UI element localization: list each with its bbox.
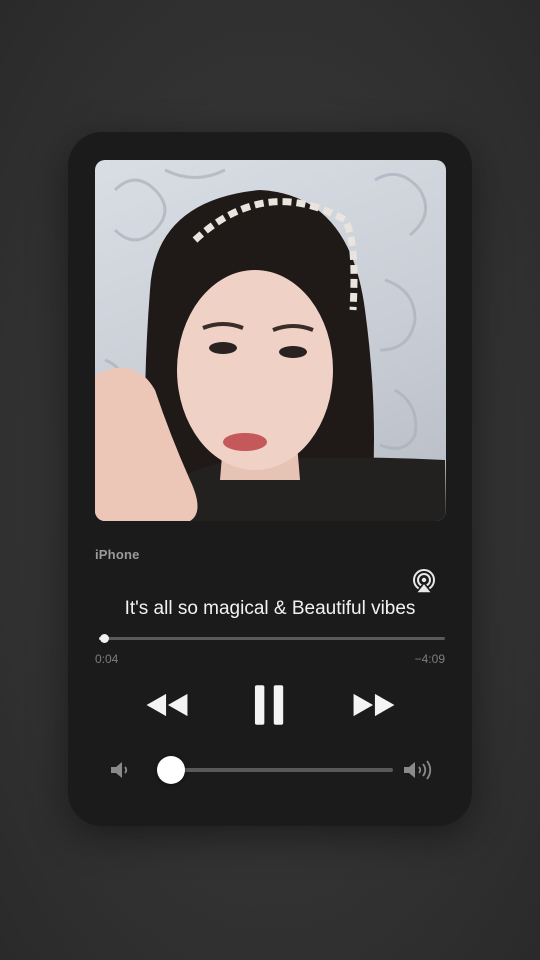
volume-knob[interactable] [157,756,185,784]
progress-knob[interactable] [100,634,110,643]
speaker-high-icon [402,758,436,782]
fast-forward-button[interactable] [344,681,404,729]
airplay-icon[interactable] [411,568,437,594]
fast-forward-icon [353,693,395,717]
playback-scrubber[interactable] [99,634,445,643]
song-title: It's all so magical & Beautiful vibes [124,598,416,619]
remaining-time: −4:09 [414,652,445,666]
output-device-label: iPhone [95,547,140,562]
pause-button[interactable] [244,681,296,729]
elapsed-time: 0:04 [95,652,119,666]
album-artwork [95,160,446,521]
rewind-icon [146,693,188,717]
rewind-button[interactable] [141,681,193,729]
now-playing-card: iPhone It's all so magical & Beautiful v… [68,132,472,826]
pause-icon [254,685,284,725]
volume-slider[interactable] [157,756,393,784]
speaker-low-icon [109,759,131,781]
